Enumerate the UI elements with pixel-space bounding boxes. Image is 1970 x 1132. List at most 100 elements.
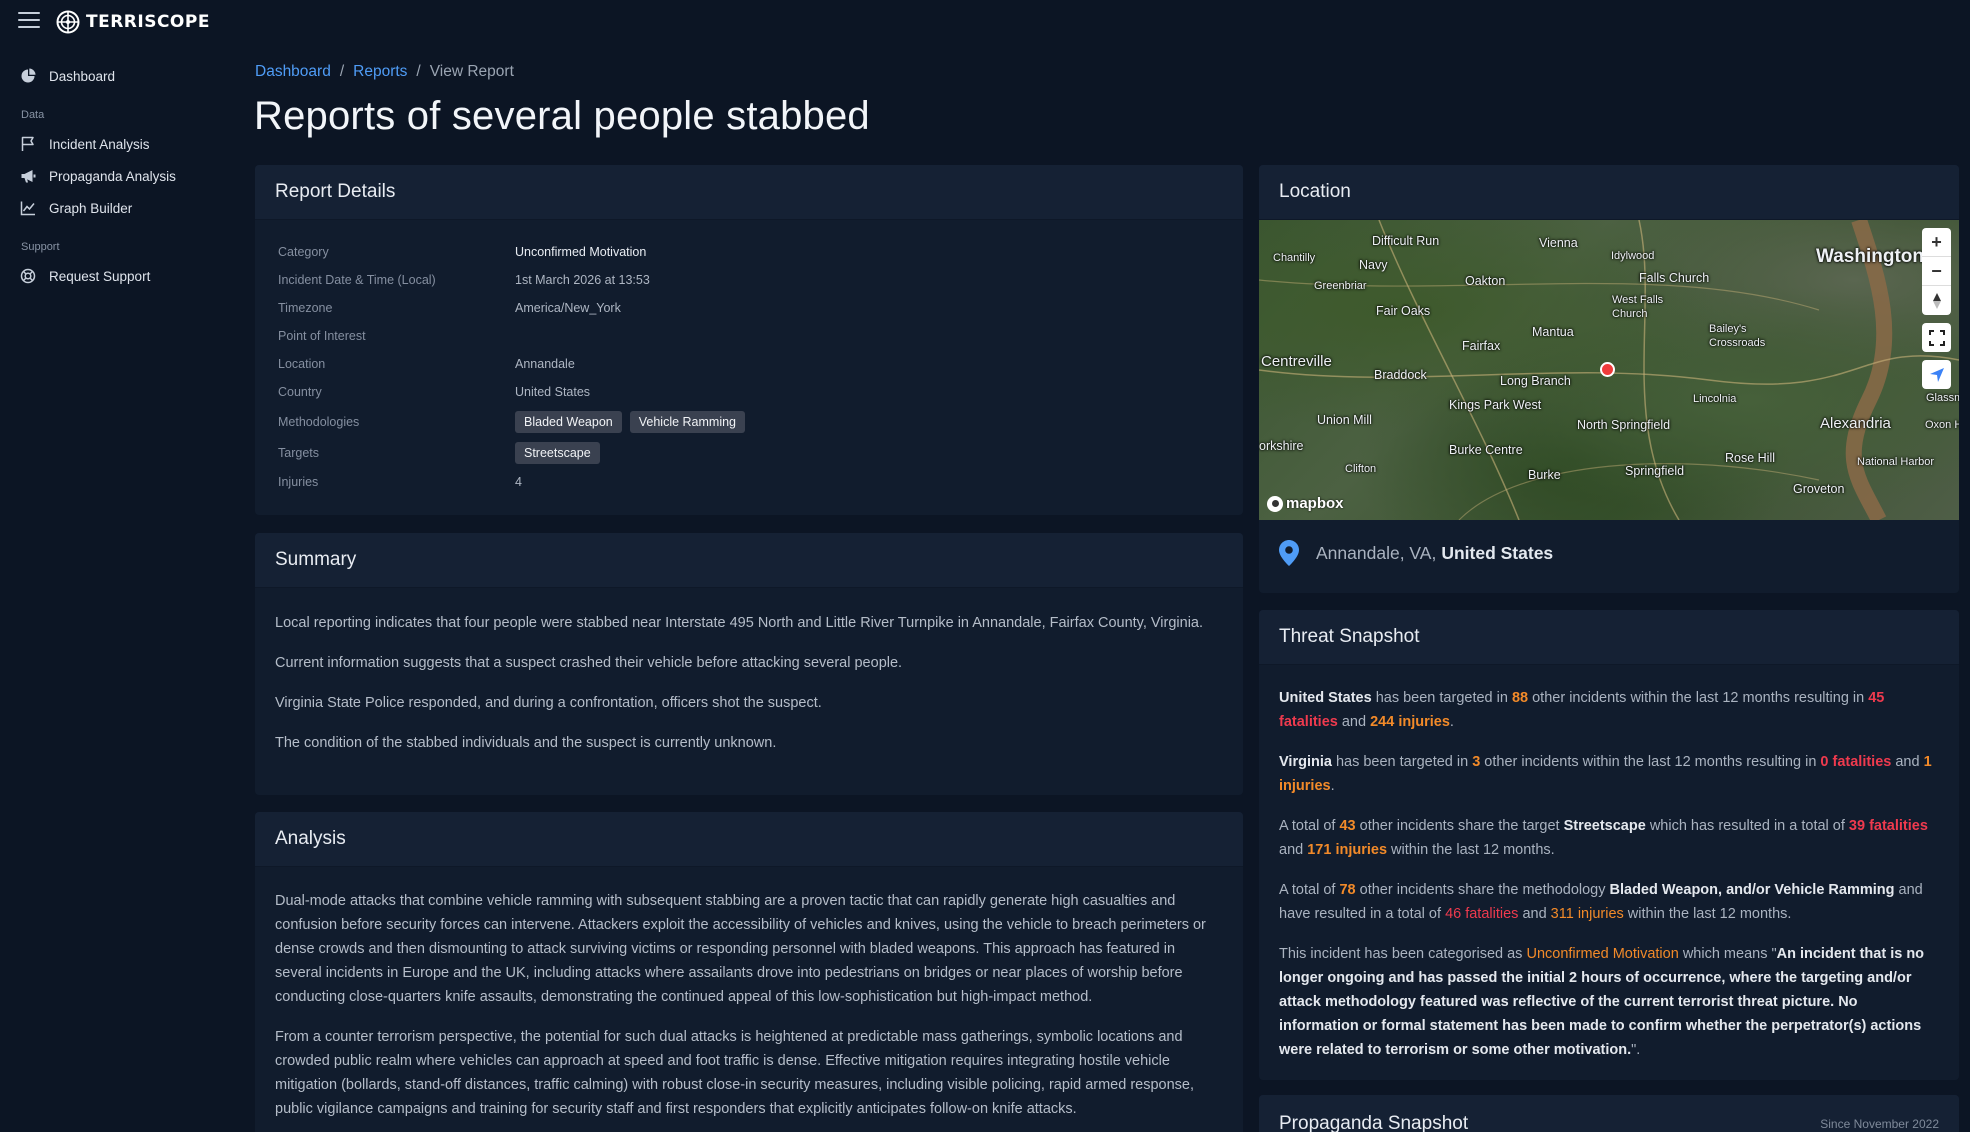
detail-row-category: Category Unconfirmed Motivation (278, 238, 1220, 266)
zoom-in-button[interactable]: + (1922, 228, 1951, 257)
sidebar-item-graph-builder[interactable]: Graph Builder (0, 192, 230, 224)
pie-chart-icon (21, 68, 36, 83)
injuries-count: 244 injuries (1370, 714, 1450, 730)
map-label: Centreville (1261, 353, 1332, 370)
category-definition: An incident that is no longer ongoing an… (1279, 946, 1925, 1058)
map-label: Chantilly (1273, 252, 1316, 264)
detail-value: United States (515, 385, 591, 399)
line-chart-icon (20, 201, 35, 216)
map-label: Burke Centre (1449, 443, 1523, 457)
threat-paragraph-country: United States has been targeted in 88 ot… (1279, 686, 1939, 734)
map-label: Rose Hill (1725, 451, 1776, 465)
threat-text-span: ". (1631, 1042, 1641, 1058)
detail-row-country: Country United States (278, 378, 1220, 406)
sidebar-item-label: Propaganda Analysis (49, 168, 176, 184)
fullscreen-button[interactable] (1922, 323, 1951, 352)
threat-text-span: and (1337, 714, 1371, 730)
card-title: Location (1279, 181, 1351, 202)
megaphone-icon (21, 170, 36, 183)
sidebar-section-support: Support (21, 241, 60, 253)
threat-text-span: other incidents share the methodology (1355, 882, 1610, 898)
top-bar: TERRISCOPE (0, 0, 1970, 44)
sidebar-item-request-support[interactable]: Request Support (0, 260, 230, 292)
location-arrow-icon (1929, 367, 1944, 382)
globe-logo-icon (56, 10, 80, 34)
card-title: Report Details (275, 181, 396, 202)
map-label: Kings Park West (1449, 398, 1542, 412)
methodology-tag[interactable]: Bladed Weapon (515, 410, 622, 433)
mapbox-icon (1267, 495, 1283, 512)
map-label: Washington (1816, 246, 1924, 267)
card-title: Summary (275, 549, 357, 570)
geolocate-button[interactable] (1922, 360, 1951, 389)
detail-label: Targets (278, 445, 319, 460)
location-address: Annandale, VA, United States (1279, 540, 1553, 566)
incident-marker[interactable] (1600, 362, 1615, 377)
location-country: United States (1441, 542, 1554, 563)
menu-icon[interactable] (18, 12, 40, 30)
summary-card: Summary Local reporting indicates that f… (255, 533, 1243, 795)
card-title: Analysis (275, 828, 346, 849)
brand-logo[interactable]: TERRISCOPE (56, 10, 210, 34)
map-label: Long Branch (1500, 374, 1571, 388)
detail-row-injuries: Injuries 4 (278, 468, 1220, 496)
threat-text-span: This incident has been categorised as (1279, 946, 1527, 962)
mapbox-attribution[interactable]: mapbox (1267, 495, 1344, 512)
detail-value: Annandale (515, 357, 575, 371)
card-header: Summary (255, 533, 1243, 588)
threat-text-span: . (1330, 778, 1335, 794)
lifebuoy-icon (20, 268, 36, 284)
analysis-paragraph: From a counter terrorism perspective, th… (275, 1029, 1195, 1117)
compass-button[interactable] (1922, 286, 1951, 315)
detail-row-targets: Targets Streetscape (278, 437, 1220, 468)
sidebar-item-propaganda-analysis[interactable]: Propaganda Analysis (0, 160, 230, 192)
location-map[interactable]: Difficult Run Vienna Idylwood Washington… (1259, 220, 1959, 520)
map-label: Union Mill (1317, 413, 1372, 427)
map-label: Springfield (1625, 464, 1685, 478)
map-label: Braddock (1374, 368, 1427, 382)
zoom-out-button[interactable]: − (1922, 257, 1951, 286)
card-header: Location (1259, 165, 1959, 220)
map-label: Oakton (1465, 274, 1506, 288)
sidebar-item-incident-analysis[interactable]: Incident Analysis (0, 128, 230, 160)
target-tag[interactable]: Streetscape (515, 441, 600, 464)
sidebar-item-dashboard[interactable]: Dashboard (0, 60, 230, 92)
sidebar-item-label: Dashboard (49, 68, 116, 84)
threat-text-span: which has resulted in a total of (1645, 818, 1849, 834)
page-title: Reports of several people stabbed (254, 94, 870, 138)
threat-paragraph-target: A total of 43 other incidents share the … (1279, 814, 1939, 862)
threat-text-span: A total of (1279, 818, 1340, 834)
methodology-tag[interactable]: Vehicle Ramming (629, 410, 745, 433)
summary-paragraph: Virginia State Police responded, and dur… (275, 695, 822, 711)
card-title: Threat Snapshot (1279, 626, 1420, 647)
map-label: Mantua (1532, 325, 1574, 339)
detail-label: Country (278, 385, 322, 399)
category-highlight: Unconfirmed Motivation (1526, 946, 1679, 962)
map-label: Clifton (1345, 463, 1377, 475)
map-label: Fair Oaks (1376, 304, 1431, 318)
summary-paragraph: Current information suggests that a susp… (275, 655, 903, 671)
card-header: Analysis (255, 812, 1243, 867)
breadcrumb: Dashboard / Reports / View Report (255, 63, 514, 81)
breadcrumb-dashboard[interactable]: Dashboard (255, 63, 331, 80)
breadcrumb-reports[interactable]: Reports (353, 63, 407, 80)
threat-text-span: has been targeted in (1371, 690, 1512, 706)
threat-text-span: A total of (1279, 882, 1340, 898)
breadcrumb-separator: / (339, 63, 345, 80)
card-title: Propaganda Snapshot (1279, 1113, 1469, 1132)
analysis-text: Dual-mode attacks that combine vehicle r… (255, 867, 1243, 1132)
compass-icon (1932, 292, 1941, 309)
detail-row-location: Location Annandale (278, 350, 1220, 378)
sidebar-section-data: Data (21, 109, 45, 121)
map-pin-icon (1279, 540, 1299, 566)
map-label: orkshire (1259, 439, 1304, 453)
detail-label: Category (278, 245, 329, 259)
map-label: Oxon H (1925, 419, 1959, 431)
map-label: Lincolnia (1693, 393, 1737, 405)
threat-text: United States has been targeted in 88 ot… (1259, 665, 1959, 1080)
detail-value: 4 (515, 475, 522, 489)
threat-paragraph-category: This incident has been categorised as Un… (1279, 942, 1939, 1062)
threat-subject: United States (1279, 690, 1372, 706)
threat-target: Streetscape (1563, 818, 1646, 834)
threat-text-span: and (1279, 842, 1308, 858)
